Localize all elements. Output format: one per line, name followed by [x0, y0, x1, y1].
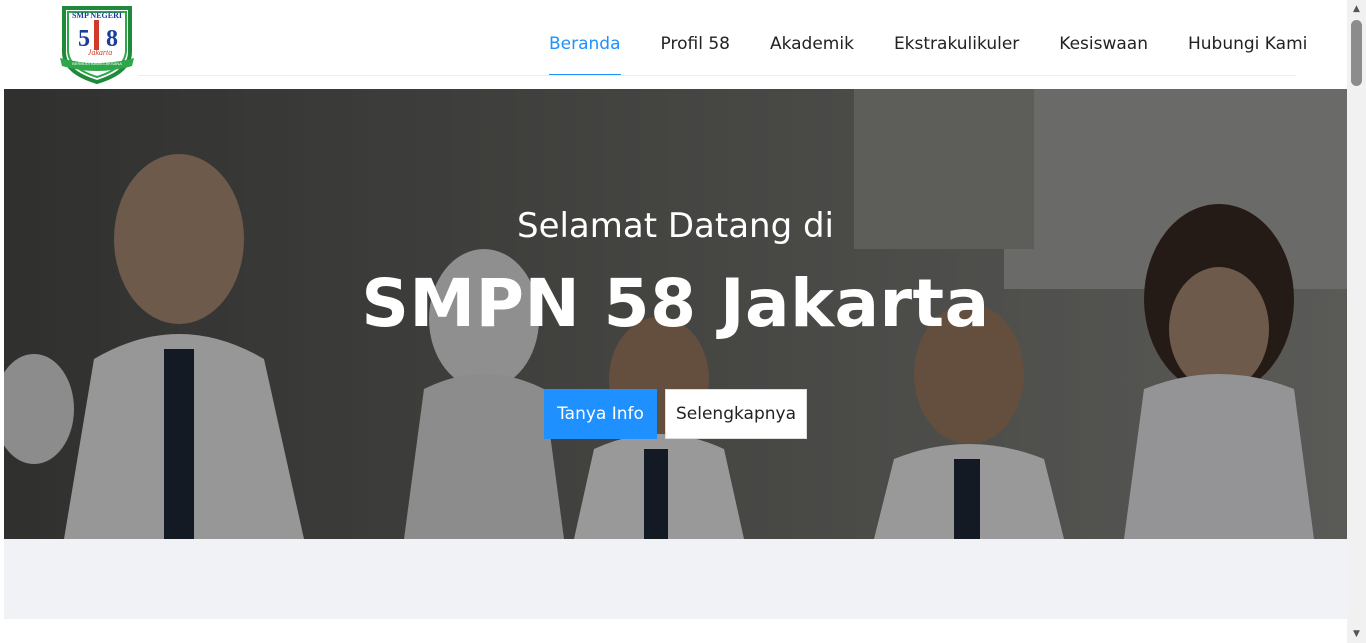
page-scrollbar[interactable]: ▲ ▼: [1347, 0, 1366, 643]
site-header: SMP NEGERI 5 8 Jakarta BERBUDI BAWA LAKS…: [4, 0, 1347, 89]
school-logo-emblem: SMP NEGERI 5 8 Jakarta BERBUDI BAWA LAKS…: [60, 6, 134, 85]
scroll-down-arrow-icon[interactable]: ▼: [1347, 627, 1366, 641]
nav-divider: [138, 75, 1296, 76]
scroll-up-arrow-icon[interactable]: ▲: [1347, 2, 1366, 16]
nav-item-beranda[interactable]: Beranda: [549, 0, 621, 76]
svg-text:SMP NEGERI: SMP NEGERI: [72, 11, 122, 20]
nav-item-kesiswaan[interactable]: Kesiswaan: [1059, 0, 1148, 76]
svg-text:Jakarta: Jakarta: [88, 48, 112, 57]
nav-item-akademik[interactable]: Akademik: [770, 0, 854, 76]
main-nav: Beranda Profil 58 Akademik Ekstrakulikul…: [549, 0, 1307, 76]
nav-item-hubungi-kami[interactable]: Hubungi Kami: [1188, 0, 1307, 76]
hero-subtitle: Selamat Datang di: [516, 206, 835, 246]
nav-item-profil-58[interactable]: Profil 58: [661, 0, 730, 76]
page: SMP NEGERI 5 8 Jakarta BERBUDI BAWA LAKS…: [0, 0, 1366, 643]
svg-text:BERBUDI BAWA LAKSANA: BERBUDI BAWA LAKSANA: [72, 61, 122, 66]
content-band: [4, 539, 1347, 619]
school-logo[interactable]: SMP NEGERI 5 8 Jakarta BERBUDI BAWA LAKS…: [54, 2, 140, 85]
selengkapnya-button[interactable]: Selengkapnya: [665, 389, 807, 439]
tanya-info-button[interactable]: Tanya Info: [544, 389, 657, 439]
hero-banner: Selamat Datang di SMPN 58 Jakarta Tanya …: [4, 89, 1347, 539]
nav-item-ekstrakulikuler[interactable]: Ekstrakulikuler: [894, 0, 1019, 76]
scroll-thumb[interactable]: [1351, 20, 1362, 86]
hero-title: SMPN 58 Jakarta: [361, 265, 990, 342]
